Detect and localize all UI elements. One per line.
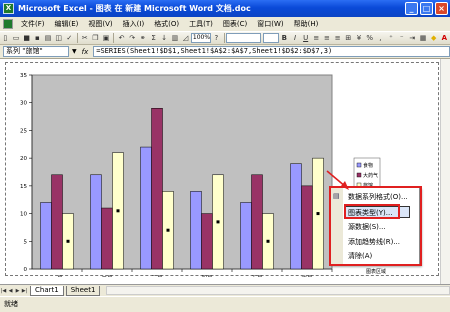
sheet-tab-bar: |◀ ◀ ▶ ▶| Chart1 Sheet1 [0,284,450,296]
horizontal-scrollbar[interactable] [106,286,450,295]
tab-chart1[interactable]: Chart1 [30,285,64,296]
annotation-layer [326,170,349,190]
last-sheet-icon[interactable]: ▶| [21,287,28,295]
annotation-arrow-head [341,181,349,190]
first-sheet-icon[interactable]: |◀ [0,287,7,295]
status-bar: 就绪 [0,296,450,312]
tab-sheet1[interactable]: Sheet1 [65,285,101,296]
next-sheet-icon[interactable]: ▶ [14,287,21,295]
prev-sheet-icon[interactable]: ◀ [7,287,14,295]
